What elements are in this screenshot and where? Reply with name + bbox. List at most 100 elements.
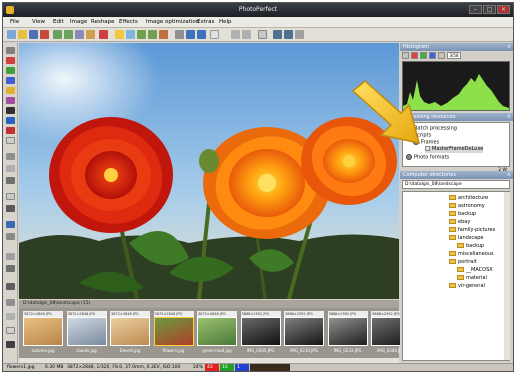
selection-tool-icon[interactable] (6, 117, 15, 124)
maximize-button[interactable]: □ (483, 5, 496, 14)
new-file-icon[interactable] (7, 30, 16, 39)
folder-item[interactable]: miscellaneous (449, 251, 494, 258)
screen-icon[interactable] (273, 30, 282, 39)
hand-tool-icon[interactable] (6, 221, 15, 228)
resize-icon[interactable] (159, 30, 168, 39)
copy-icon[interactable] (75, 30, 84, 39)
scissors-icon[interactable] (6, 283, 15, 290)
thumbnail-item[interactable]: 3872×2848 JPG autumn.jpg (23, 311, 63, 356)
histogram-close-icon[interactable]: × (507, 43, 511, 51)
tool-palette (3, 43, 18, 363)
histogram-blue-icon[interactable] (429, 52, 436, 59)
folder-item[interactable]: astronomy (449, 203, 485, 210)
delete-icon[interactable] (99, 30, 108, 39)
main-image-canvas[interactable] (19, 43, 399, 299)
zoom-tool-icon[interactable] (6, 233, 15, 240)
foreground-color-icon[interactable] (6, 327, 15, 334)
move-tool-icon[interactable] (6, 47, 15, 54)
histogram-rgb-icon[interactable] (402, 52, 409, 59)
layers-icon[interactable] (6, 87, 15, 94)
sharpen-tool-icon[interactable] (6, 265, 15, 272)
gradient-tool-icon[interactable] (6, 253, 15, 260)
folder-item[interactable]: portrait (449, 259, 477, 266)
folder-item[interactable]: ebay (449, 219, 470, 226)
tree-masterframedeluxe[interactable]: MasterFrameDeLuxe (425, 146, 484, 153)
undo-icon[interactable] (53, 30, 62, 39)
menu-extras[interactable]: Extras (197, 19, 214, 25)
select-tool-icon[interactable] (115, 30, 124, 39)
folder-item[interactable]: backup (449, 211, 476, 218)
processing-close-icon[interactable]: × (507, 113, 511, 121)
menu-effects[interactable]: Effects (119, 19, 138, 25)
blue-channel-icon[interactable] (6, 77, 15, 84)
thumbnail-item[interactable]: 3872×2848 JPG flowers.jpg (153, 311, 194, 356)
brush-icon[interactable] (175, 30, 184, 39)
zoom-in-icon[interactable] (186, 30, 195, 39)
fullscreen-icon[interactable] (284, 30, 293, 39)
fit-window-icon[interactable] (210, 30, 219, 39)
menu-image[interactable]: Image (70, 19, 87, 25)
redo-icon[interactable] (64, 30, 73, 39)
pencil-icon[interactable] (6, 153, 15, 160)
clone-tool-icon[interactable] (6, 165, 15, 172)
directory-scrollbar[interactable] (504, 192, 510, 360)
folder-item[interactable]: family-pictures (449, 227, 495, 234)
thumbnail-item[interactable]: 3872×2848 JPG green-road.jpg (197, 311, 237, 356)
crop-tool-icon[interactable] (126, 30, 135, 39)
title-bar: PhotoPerfect – □ × (3, 3, 513, 17)
text-tool-icon[interactable] (6, 107, 15, 114)
rotate-right-icon[interactable] (148, 30, 157, 39)
background-color-icon[interactable] (6, 341, 15, 348)
thumbnail-item[interactable]: 3888×2592 JPG IMG_0210.JPG (284, 311, 324, 356)
rotate-left-icon[interactable] (137, 30, 146, 39)
dropper-icon[interactable] (6, 205, 15, 212)
window-title: PhotoPerfect (238, 6, 278, 13)
folder-item[interactable]: architecture (449, 195, 488, 202)
print-icon[interactable] (40, 30, 49, 39)
folder-icon (449, 251, 456, 256)
stamp-tool-icon[interactable] (6, 313, 15, 320)
status-red: 43 (205, 364, 219, 371)
shape-tool-icon[interactable] (6, 299, 15, 306)
open-folder-icon[interactable] (18, 30, 27, 39)
folder-item[interactable]: material (457, 275, 487, 282)
line-tool-icon[interactable] (6, 177, 15, 184)
red-eye-icon[interactable] (6, 127, 15, 134)
green-channel-icon[interactable] (6, 67, 15, 74)
folder-item[interactable]: __MACOSX (457, 267, 493, 274)
computer-dirs-close-icon[interactable]: × (507, 171, 511, 179)
menu-image-optimization[interactable]: Image optimization (146, 19, 199, 25)
thumbnail-item[interactable]: 3872×2848 JPG Desert.jpg (110, 311, 150, 356)
color-picker-icon[interactable] (6, 57, 15, 64)
menu-edit[interactable]: Edit (53, 19, 64, 25)
folder-item[interactable]: vir-general (449, 283, 485, 290)
folder-item[interactable]: landscape (449, 235, 483, 242)
computer-dirs-header: Computer directories × (400, 171, 513, 179)
rectangle-tool-icon[interactable] (6, 193, 15, 200)
eraser-icon[interactable] (6, 137, 15, 144)
histogram-red-icon[interactable] (411, 52, 418, 59)
thumbnail-item[interactable]: 3872×2848 JPG clouds.jpg (66, 311, 107, 356)
folder-item[interactable]: backup (457, 243, 484, 250)
minimize-button[interactable]: – (469, 5, 482, 14)
histogram-toolbar: 3/58 (402, 52, 510, 60)
histogram-green-icon[interactable] (420, 52, 427, 59)
menu-view[interactable]: View (32, 19, 45, 25)
histogram-luma-icon[interactable] (438, 52, 445, 59)
tree-photo-formats[interactable]: Photo formats (406, 154, 449, 162)
directory-path-field[interactable]: D:\datalgis_08\landscape (402, 180, 510, 189)
thumbnail-item[interactable]: 3888×2592 JPG IMG_0233.JPG (327, 311, 368, 356)
next-image-icon[interactable] (242, 30, 251, 39)
zoom-out-icon[interactable] (197, 30, 206, 39)
menu-file[interactable]: File (10, 19, 19, 25)
paste-icon[interactable] (86, 30, 95, 39)
close-button[interactable]: × (497, 5, 510, 14)
settings-icon[interactable] (295, 30, 304, 39)
thumbnail-item[interactable]: 3888×2592 JPG IMG_0205.JPG (240, 311, 281, 356)
menu-reshape[interactable]: Reshape (91, 19, 115, 25)
layout-icon[interactable] (258, 30, 267, 39)
save-icon[interactable] (29, 30, 38, 39)
filter-icon[interactable] (6, 97, 15, 104)
prev-image-icon[interactable] (231, 30, 240, 39)
menu-help[interactable]: Help (219, 19, 232, 25)
